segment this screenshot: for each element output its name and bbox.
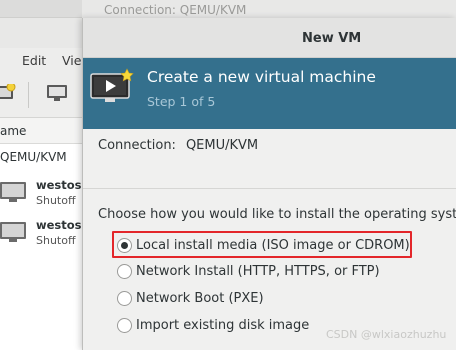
radio-label: Import existing disk image [136, 317, 310, 333]
vm-row[interactable]: westosa Shutoff [0, 176, 89, 216]
background-menubar: Edit Vie [0, 48, 82, 72]
radio-local-install-media[interactable]: Local install media (ISO image or CDROM) [117, 234, 410, 256]
wizard-header-banner: Create a new virtual machine Step 1 of 5 [83, 58, 456, 129]
vm-monitor-icon [0, 182, 26, 202]
toolbar-separator [28, 82, 29, 108]
wizard-step: Step 1 of 5 [147, 94, 216, 109]
radio-button-checked[interactable] [117, 237, 132, 253]
install-method-question: Choose how you would like to install the… [98, 207, 456, 222]
new-vm-icon[interactable] [0, 84, 16, 102]
radio-network-boot[interactable]: Network Boot (PXE) [117, 287, 264, 309]
vm-monitor-icon [0, 222, 26, 242]
vm-state: Shutoff [36, 194, 76, 207]
radio-button[interactable] [117, 263, 132, 279]
background-window-titlebar [0, 0, 82, 18]
radio-label: Local install media (ISO image or CDROM) [136, 237, 410, 253]
connection-line: Connection: QEMU/KVM [98, 138, 258, 153]
new-vm-dialog: New VM Create a new virtual machine Step… [82, 18, 456, 350]
dialog-titlebar[interactable]: New VM [83, 18, 456, 58]
connection-label: Connection: [98, 138, 176, 153]
watermark: CSDN @wlxiaozhuzhu [326, 328, 447, 341]
divider [83, 188, 456, 189]
radio-button[interactable] [117, 290, 132, 306]
connection-value: QEMU/KVM [185, 138, 259, 153]
monitor-play-icon [90, 68, 134, 102]
vm-state: Shutoff [36, 234, 76, 247]
column-name-label: ame [0, 124, 27, 138]
open-console-icon[interactable] [46, 84, 68, 102]
background-connection-text: Connection: QEMU/KVM [104, 3, 247, 17]
vm-row[interactable]: westosb Shutoff [0, 216, 90, 256]
radio-label: Network Install (HTTP, HTTPS, or FTP) [136, 263, 380, 279]
connection-row[interactable]: QEMU/KVM [0, 150, 67, 164]
radio-import-disk-image[interactable]: Import existing disk image [117, 314, 309, 336]
background-vm-list: QEMU/KVM westosa Shutoff westosb Shutoff [0, 144, 90, 350]
radio-button[interactable] [117, 317, 132, 333]
menu-edit[interactable]: Edit [22, 53, 46, 68]
background-column-header: ame [0, 118, 82, 144]
wizard-title: Create a new virtual machine [147, 68, 376, 86]
radio-label: Network Boot (PXE) [136, 290, 264, 306]
dialog-title: New VM [302, 31, 362, 46]
radio-network-install[interactable]: Network Install (HTTP, HTTPS, or FTP) [117, 260, 380, 282]
background-toolbar [0, 72, 82, 118]
menu-view[interactable]: Vie [62, 53, 81, 68]
